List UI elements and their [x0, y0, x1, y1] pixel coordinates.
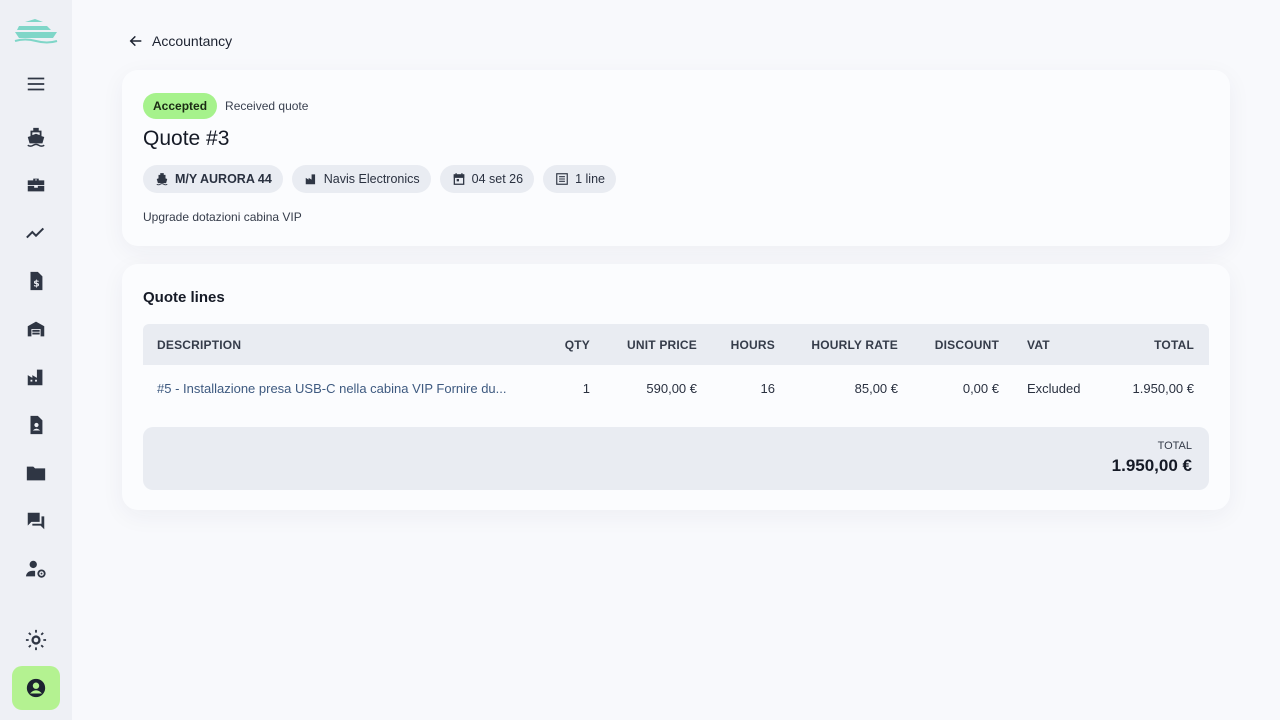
- svg-text:$: $: [33, 279, 39, 290]
- status-badge: Accepted: [143, 93, 218, 119]
- col-hours: HOURS: [730, 337, 775, 352]
- sidebar: $: [0, 0, 72, 720]
- sun-icon[interactable]: [12, 620, 60, 660]
- factory-icon[interactable]: [12, 357, 60, 397]
- warehouse-icon[interactable]: [12, 309, 60, 349]
- calendar-icon: [453, 173, 464, 185]
- hamburger-icon[interactable]: [12, 64, 60, 104]
- col-unit-price: UNIT PRICE: [626, 337, 697, 352]
- col-qty: QTY: [564, 337, 590, 352]
- total-summary: TOTAL 1.950,00 €: [143, 427, 1209, 490]
- col-total: TOTAL: [1154, 337, 1194, 352]
- lines-count-label: 1 line: [575, 172, 605, 186]
- date-chip-label: 04 set 26: [471, 172, 524, 186]
- status-row: Accepted Received quote: [143, 93, 308, 119]
- table-header: DESCRIPTION QTY UNIT PRICE HOURS HOURLY …: [143, 324, 1209, 365]
- yacht-logo-icon[interactable]: [12, 14, 60, 46]
- supplier-chip[interactable]: Navis Electronics: [291, 165, 431, 193]
- account-circle-icon[interactable]: [12, 666, 60, 710]
- quote-description: Upgrade dotazioni cabina VIP: [143, 210, 302, 224]
- row-total: 1.950,00 €: [1132, 380, 1194, 396]
- vessel-chip[interactable]: M/Y AURORA 44: [143, 165, 283, 193]
- row-unit-price: 590,00 €: [646, 380, 697, 396]
- back-link-label: Accountancy: [152, 33, 233, 49]
- list-icon: [556, 173, 568, 185]
- total-value: 1.950,00 €: [1111, 456, 1192, 475]
- total-label: TOTAL: [1157, 440, 1192, 452]
- back-link[interactable]: Accountancy: [128, 30, 232, 52]
- quote-lines-card: Quote lines DESCRIPTION QTY UNIT PRICE H…: [122, 264, 1230, 510]
- table-row[interactable]: #5 - Installazione presa USB-C nella cab…: [143, 365, 1209, 411]
- chat-icon[interactable]: [12, 501, 60, 541]
- arrow-left-icon: [129, 35, 142, 47]
- ship-icon: [156, 173, 168, 186]
- col-hourly-rate: HOURLY RATE: [811, 337, 898, 352]
- row-description[interactable]: #5 - Installazione presa USB-C nella cab…: [157, 365, 507, 411]
- factory-icon: [305, 174, 315, 185]
- col-vat: VAT: [1027, 337, 1050, 352]
- invoice-icon[interactable]: $: [12, 261, 60, 301]
- col-discount: DISCOUNT: [934, 337, 999, 352]
- ship-icon[interactable]: [12, 117, 60, 157]
- folder-icon[interactable]: [12, 453, 60, 493]
- row-discount: 0,00 €: [962, 380, 999, 396]
- lines-count-chip: 1 line: [543, 165, 616, 193]
- col-description: DESCRIPTION: [157, 337, 242, 352]
- status-subtitle: Received quote: [225, 99, 309, 113]
- vessel-chip-label: M/Y AURORA 44: [175, 172, 272, 186]
- trending-icon[interactable]: [12, 213, 60, 253]
- section-title: Quote lines: [143, 289, 225, 306]
- person-file-icon[interactable]: [12, 405, 60, 445]
- row-hourly-rate: 85,00 €: [854, 380, 898, 396]
- user-gear-icon[interactable]: [12, 549, 60, 589]
- supplier-chip-label: Navis Electronics: [323, 172, 420, 186]
- date-chip: 04 set 26: [439, 165, 535, 193]
- toolbox-icon[interactable]: [12, 165, 60, 205]
- row-hours: 16: [760, 380, 775, 396]
- quote-header-card: Accepted Received quote Quote #3 M/Y AUR…: [122, 70, 1230, 246]
- row-vat: Excluded: [1027, 380, 1081, 396]
- page-title: Quote #3: [143, 127, 230, 150]
- row-qty: 1: [582, 380, 590, 396]
- quote-chips: M/Y AURORA 44 Navis Electronics 04 set 2…: [143, 165, 616, 193]
- quote-lines-table: DESCRIPTION QTY UNIT PRICE HOURS HOURLY …: [143, 324, 1209, 411]
